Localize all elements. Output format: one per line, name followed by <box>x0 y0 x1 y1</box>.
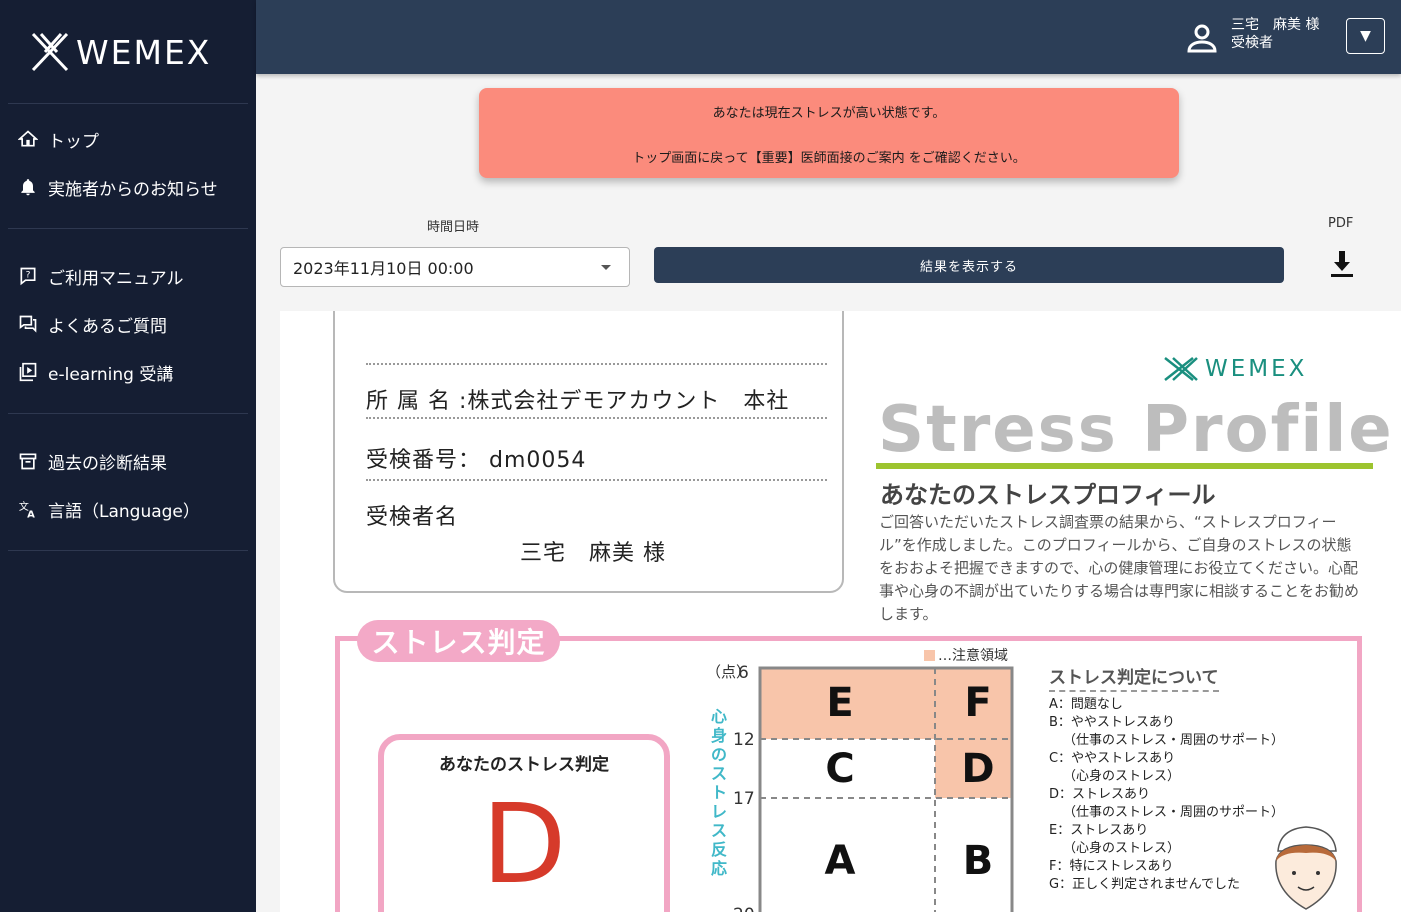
sidebar-item-notices[interactable]: 実施者からのお知らせ <box>16 172 218 202</box>
brand-name: WEMEX <box>76 32 212 72</box>
cell-c: C <box>825 746 854 792</box>
user-info: 三宅 麻美 様 受検者 <box>1231 16 1319 52</box>
sidebar: WEMEX トップ 実施者からのお知らせ ? ご利用マニュアル よくあるご質問 … <box>0 0 256 912</box>
user-menu-button[interactable]: ▼ <box>1346 18 1385 54</box>
date-select[interactable]: 2023年11月10日 00:00 <box>280 247 630 287</box>
sidebar-divider <box>8 228 248 229</box>
cell-d: D <box>961 746 994 792</box>
y-tick: 6 <box>738 663 749 683</box>
sidebar-item-manual[interactable]: ? ご利用マニュアル <box>16 261 184 291</box>
user-name: 三宅 麻美 様 <box>1231 17 1320 33</box>
judgement-grid: （点） 6 12 17 20 E F C D A B <box>706 663 1014 912</box>
sidebar-item-label: 言語（Language） <box>48 501 200 522</box>
about-item: （心身のストレス） <box>1063 841 1181 856</box>
svg-text:?: ? <box>26 270 31 281</box>
download-icon[interactable] <box>1326 248 1358 280</box>
report-brand-name: WEMEX <box>1205 356 1308 382</box>
chevron-down-icon: ▼ <box>1360 28 1371 44</box>
stress-report: 所 属 名 :株式会社デモアカウント 本社 受検番号： dm0054 受検者名 … <box>280 311 1401 912</box>
sidebar-item-label: 実施者からのお知らせ <box>48 179 218 200</box>
archive-icon <box>16 449 40 473</box>
y-tick: 17 <box>733 789 755 809</box>
sidebar-item-language[interactable]: 文A 言語（Language） <box>16 494 200 524</box>
sidebar-item-label: ご利用マニュアル <box>48 268 184 289</box>
help-icon: ? <box>16 264 40 288</box>
sidebar-item-faq[interactable]: よくあるご質問 <box>16 309 167 339</box>
top-header: 三宅 麻美 様 受検者 ▼ <box>256 0 1401 74</box>
video-icon <box>16 360 40 384</box>
home-icon <box>16 127 40 151</box>
qa-icon <box>16 312 40 336</box>
sidebar-divider <box>8 550 248 551</box>
about-item: A：問題なし <box>1049 697 1123 712</box>
cell-e: E <box>826 680 853 726</box>
about-item: B：ややストレスあり <box>1049 715 1175 730</box>
alert-line-2: トップ画面に戻って【重要】医師面接のご案内 をご確認ください。 <box>632 151 1026 166</box>
cell-a: A <box>825 838 856 884</box>
about-item: （仕事のストレス・周囲のサポート） <box>1063 805 1285 820</box>
about-item: D：ストレスあり <box>1049 787 1151 802</box>
about-item: （心身のストレス） <box>1063 769 1181 784</box>
stress-alert: あなたは現在ストレスが高い状態です。 トップ画面に戻って【重要】医師面接のご案内… <box>479 88 1179 178</box>
date-value: 2023年11月10日 00:00 <box>293 259 474 278</box>
about-title: ストレス判定について <box>1049 663 1219 692</box>
caret-down-icon <box>601 265 611 270</box>
about-item: E：ストレスあり <box>1049 823 1149 838</box>
about-item: F：特にストレスあり <box>1049 859 1174 874</box>
user-icon <box>1187 24 1217 53</box>
about-item: C：ややストレスあり <box>1049 751 1176 766</box>
wemex-logo-icon <box>31 32 69 72</box>
sidebar-divider <box>8 413 248 414</box>
sidebar-item-elearning[interactable]: e-learning 受講 <box>16 357 173 387</box>
about-item: （仕事のストレス・周囲のサポート） <box>1063 733 1285 748</box>
sidebar-item-label: 過去の診断結果 <box>48 453 167 474</box>
about-item: G：正しく判定されませんでした <box>1049 877 1241 892</box>
sidebar-item-top[interactable]: トップ <box>16 124 99 154</box>
date-label: 時間日時 <box>427 220 480 235</box>
y-tick: 20 <box>733 905 755 912</box>
cell-b: B <box>963 838 994 884</box>
pdf-label: PDF <box>1328 216 1354 231</box>
sidebar-item-label: トップ <box>48 131 99 152</box>
svg-text:A: A <box>27 509 35 519</box>
sidebar-item-label: e-learning 受講 <box>48 364 174 385</box>
report-brand: WEMEX <box>1163 356 1307 382</box>
y-tick: 12 <box>733 730 755 750</box>
show-result-button[interactable]: 結果を表示する <box>654 247 1284 283</box>
cell-f: F <box>964 680 991 726</box>
brand-logo[interactable]: WEMEX <box>30 28 230 76</box>
nurse-illustration <box>1275 826 1337 910</box>
sidebar-divider <box>8 103 248 104</box>
user-role: 受検者 <box>1231 35 1273 51</box>
sidebar-item-label: よくあるご質問 <box>48 316 167 337</box>
wemex-logo-icon <box>1164 357 1198 381</box>
about-list: A：問題なし B：ややストレスあり （仕事のストレス・周囲のサポート） C：やや… <box>1049 696 1284 894</box>
alert-line-1: あなたは現在ストレスが高い状態です。 <box>712 106 946 121</box>
sidebar-item-history[interactable]: 過去の診断結果 <box>16 446 167 476</box>
translate-icon: 文A <box>16 497 40 521</box>
bell-icon <box>16 175 40 199</box>
